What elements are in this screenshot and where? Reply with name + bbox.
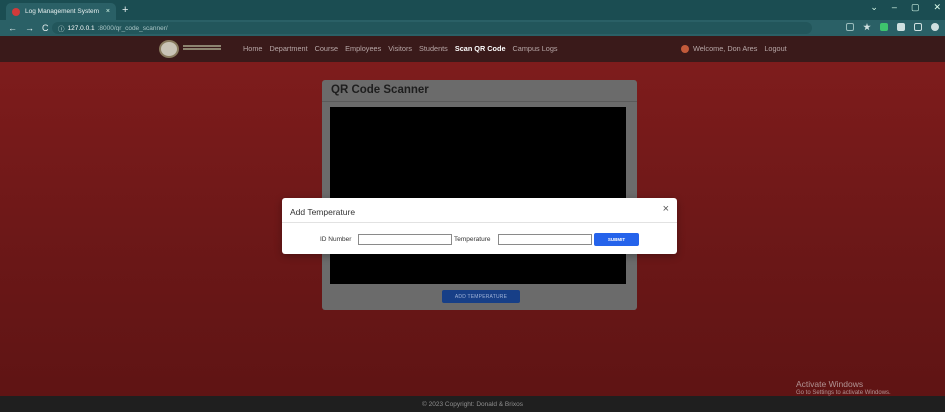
modal-title: Add Temperature (290, 207, 356, 217)
footer: © 2023 Copyright: Donald & Brixos (0, 396, 945, 412)
share-icon[interactable] (846, 23, 854, 31)
favicon-icon (12, 7, 20, 16)
puzzle-icon[interactable] (897, 23, 905, 31)
card-title: QR Code Scanner (331, 84, 429, 96)
user-avatar-icon (681, 44, 689, 53)
add-temperature-button[interactable]: ADD TEMPERATURE (442, 290, 520, 303)
forward-button[interactable]: → (25, 23, 34, 33)
maximize-button[interactable]: ▢ (911, 2, 920, 13)
camera-preview (330, 107, 626, 284)
user-area: Welcome, Don Ares Logout (681, 44, 787, 53)
window-controls: ⌄ – ▢ ✕ (870, 2, 941, 13)
nav-visitors[interactable]: Visitors (388, 44, 412, 53)
logout-link[interactable]: Logout (764, 44, 786, 53)
watermark-line1: Activate Windows (796, 379, 864, 389)
url-host: 127.0.0.1 (67, 24, 95, 32)
modal-close-icon[interactable]: × (663, 204, 669, 215)
main-menu: Home Department Course Employees Visitor… (243, 44, 565, 53)
url-path: :8000/qr_code_scanner/ (97, 24, 168, 32)
nav-department[interactable]: Department (269, 44, 307, 53)
id-number-label: ID Number (320, 236, 352, 243)
nav-scan-qr-code[interactable]: Scan QR Code (455, 44, 506, 53)
site-info-icon[interactable]: ⓘ (58, 23, 65, 33)
nav-course[interactable]: Course (315, 44, 339, 53)
sidebar-icon[interactable] (914, 23, 922, 31)
extension-green-icon[interactable] (880, 23, 888, 31)
submit-button[interactable]: SUBMIT (594, 233, 639, 246)
school-name-logo (183, 45, 221, 53)
welcome-text: Welcome, Don Ares (693, 44, 758, 53)
minimize-button[interactable]: – (892, 2, 897, 13)
footer-copyright: © 2023 Copyright: Donald & Brixos (422, 400, 523, 408)
add-temperature-modal: Add Temperature × ID Number Temperature … (282, 198, 677, 254)
school-logo-icon[interactable] (159, 40, 179, 58)
browser-tab-bar: Log Management System × + ⌄ – ▢ ✕ (0, 0, 945, 20)
reload-button[interactable]: C (42, 23, 49, 33)
profile-avatar-icon[interactable] (931, 23, 939, 31)
tab-close-button[interactable]: × (106, 8, 110, 15)
back-button[interactable]: ← (8, 23, 17, 33)
temperature-label: Temperature (454, 236, 491, 243)
close-window-button[interactable]: ✕ (933, 2, 941, 13)
activate-windows-watermark: Activate Windows Go to Settings to activ… (796, 379, 891, 396)
address-toolbar: ← → C ⓘ 127.0.0.1:8000/qr_code_scanner/ (0, 20, 945, 36)
watermark-line2: Go to Settings to activate Windows. (796, 390, 891, 396)
extensions-area (846, 23, 939, 31)
modal-divider (282, 222, 677, 223)
star-icon[interactable] (863, 23, 871, 31)
app-navbar: Home Department Course Employees Visitor… (0, 36, 945, 62)
nav-home[interactable]: Home (243, 44, 262, 53)
nav-employees[interactable]: Employees (345, 44, 381, 53)
nav-campus-logs[interactable]: Campus Logs (513, 44, 558, 53)
id-number-input[interactable] (358, 234, 452, 245)
url-field[interactable]: ⓘ 127.0.0.1:8000/qr_code_scanner/ (52, 22, 812, 34)
new-tab-button[interactable]: + (122, 4, 128, 16)
tab-title: Log Management System (25, 8, 100, 15)
browser-tab[interactable]: Log Management System × (6, 3, 116, 20)
card-divider (322, 101, 637, 102)
temperature-input[interactable] (498, 234, 592, 245)
nav-students[interactable]: Students (419, 44, 448, 53)
tab-search-icon[interactable]: ⌄ (870, 2, 878, 13)
